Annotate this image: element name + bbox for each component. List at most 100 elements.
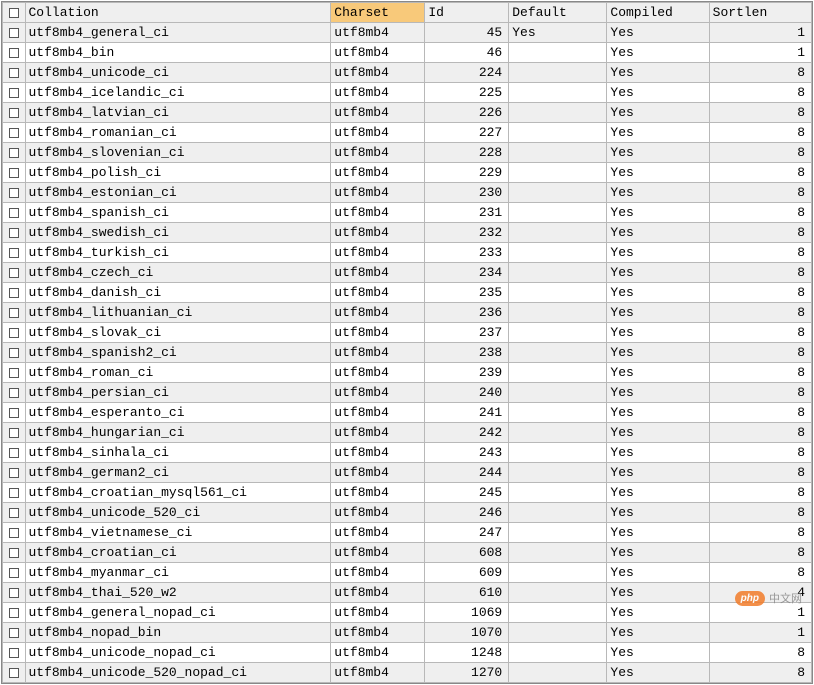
checkbox-icon [9, 268, 19, 278]
table-row[interactable]: utf8mb4_spanish2_ciutf8mb4238Yes8 [3, 343, 812, 363]
cell-default [509, 123, 607, 143]
table-row[interactable]: utf8mb4_estonian_ciutf8mb4230Yes8 [3, 183, 812, 203]
row-checkbox[interactable] [3, 143, 26, 163]
cell-id: 46 [425, 43, 509, 63]
row-checkbox[interactable] [3, 43, 26, 63]
cell-collation: utf8mb4_danish_ci [25, 283, 331, 303]
cell-id: 1248 [425, 643, 509, 663]
header-compiled[interactable]: Compiled [607, 3, 709, 23]
cell-charset: utf8mb4 [331, 143, 425, 163]
table-row[interactable]: utf8mb4_binutf8mb446Yes1 [3, 43, 812, 63]
cell-charset: utf8mb4 [331, 583, 425, 603]
row-checkbox[interactable] [3, 283, 26, 303]
header-charset[interactable]: Charset [331, 3, 425, 23]
row-checkbox[interactable] [3, 183, 26, 203]
table-row[interactable]: utf8mb4_unicode_nopad_ciutf8mb41248Yes8 [3, 643, 812, 663]
row-checkbox[interactable] [3, 303, 26, 323]
table-row[interactable]: utf8mb4_esperanto_ciutf8mb4241Yes8 [3, 403, 812, 423]
row-checkbox[interactable] [3, 503, 26, 523]
cell-compiled: Yes [607, 63, 709, 83]
row-checkbox[interactable] [3, 363, 26, 383]
cell-sortlen: 1 [709, 43, 811, 63]
row-checkbox[interactable] [3, 423, 26, 443]
table-row[interactable]: utf8mb4_croatian_mysql561_ciutf8mb4245Ye… [3, 483, 812, 503]
row-checkbox[interactable] [3, 83, 26, 103]
header-checkbox[interactable] [3, 3, 26, 23]
row-checkbox[interactable] [3, 63, 26, 83]
row-checkbox[interactable] [3, 583, 26, 603]
table-row[interactable]: utf8mb4_slovenian_ciutf8mb4228Yes8 [3, 143, 812, 163]
cell-sortlen: 8 [709, 103, 811, 123]
table-row[interactable]: utf8mb4_general_ciutf8mb445YesYes1 [3, 23, 812, 43]
row-checkbox[interactable] [3, 563, 26, 583]
row-checkbox[interactable] [3, 543, 26, 563]
checkbox-icon [9, 548, 19, 558]
table-row[interactable]: utf8mb4_swedish_ciutf8mb4232Yes8 [3, 223, 812, 243]
table-row[interactable]: utf8mb4_turkish_ciutf8mb4233Yes8 [3, 243, 812, 263]
table-row[interactable]: utf8mb4_general_nopad_ciutf8mb41069Yes1 [3, 603, 812, 623]
row-checkbox[interactable] [3, 663, 26, 683]
cell-collation: utf8mb4_roman_ci [25, 363, 331, 383]
cell-compiled: Yes [607, 363, 709, 383]
row-checkbox[interactable] [3, 443, 26, 463]
cell-charset: utf8mb4 [331, 43, 425, 63]
cell-compiled: Yes [607, 483, 709, 503]
header-default[interactable]: Default [509, 3, 607, 23]
row-checkbox[interactable] [3, 463, 26, 483]
table-row[interactable]: utf8mb4_myanmar_ciutf8mb4609Yes8 [3, 563, 812, 583]
table-row[interactable]: utf8mb4_croatian_ciutf8mb4608Yes8 [3, 543, 812, 563]
row-checkbox[interactable] [3, 263, 26, 283]
table-row[interactable]: utf8mb4_nopad_binutf8mb41070Yes1 [3, 623, 812, 643]
table-row[interactable]: utf8mb4_persian_ciutf8mb4240Yes8 [3, 383, 812, 403]
table-row[interactable]: utf8mb4_latvian_ciutf8mb4226Yes8 [3, 103, 812, 123]
table-row[interactable]: utf8mb4_sinhala_ciutf8mb4243Yes8 [3, 443, 812, 463]
table-row[interactable]: utf8mb4_roman_ciutf8mb4239Yes8 [3, 363, 812, 383]
table-row[interactable]: utf8mb4_icelandic_ciutf8mb4225Yes8 [3, 83, 812, 103]
cell-default [509, 163, 607, 183]
cell-charset: utf8mb4 [331, 623, 425, 643]
table-row[interactable]: utf8mb4_vietnamese_ciutf8mb4247Yes8 [3, 523, 812, 543]
cell-compiled: Yes [607, 623, 709, 643]
cell-compiled: Yes [607, 123, 709, 143]
table-row[interactable]: utf8mb4_spanish_ciutf8mb4231Yes8 [3, 203, 812, 223]
table-row[interactable]: utf8mb4_slovak_ciutf8mb4237Yes8 [3, 323, 812, 343]
table-row[interactable]: utf8mb4_unicode_520_ciutf8mb4246Yes8 [3, 503, 812, 523]
table-row[interactable]: utf8mb4_german2_ciutf8mb4244Yes8 [3, 463, 812, 483]
row-checkbox[interactable] [3, 483, 26, 503]
cell-default [509, 663, 607, 683]
cell-charset: utf8mb4 [331, 563, 425, 583]
row-checkbox[interactable] [3, 243, 26, 263]
cell-id: 237 [425, 323, 509, 343]
row-checkbox[interactable] [3, 203, 26, 223]
row-checkbox[interactable] [3, 343, 26, 363]
row-checkbox[interactable] [3, 623, 26, 643]
table-row[interactable]: utf8mb4_thai_520_w2utf8mb4610Yes4 [3, 583, 812, 603]
header-sortlen[interactable]: Sortlen [709, 3, 811, 23]
row-checkbox[interactable] [3, 23, 26, 43]
cell-collation: utf8mb4_sinhala_ci [25, 443, 331, 463]
table-row[interactable]: utf8mb4_hungarian_ciutf8mb4242Yes8 [3, 423, 812, 443]
row-checkbox[interactable] [3, 523, 26, 543]
table-row[interactable]: utf8mb4_romanian_ciutf8mb4227Yes8 [3, 123, 812, 143]
table-row[interactable]: utf8mb4_unicode_520_nopad_ciutf8mb41270Y… [3, 663, 812, 683]
table-row[interactable]: utf8mb4_danish_ciutf8mb4235Yes8 [3, 283, 812, 303]
row-checkbox[interactable] [3, 223, 26, 243]
table-row[interactable]: utf8mb4_lithuanian_ciutf8mb4236Yes8 [3, 303, 812, 323]
row-checkbox[interactable] [3, 103, 26, 123]
cell-compiled: Yes [607, 663, 709, 683]
row-checkbox[interactable] [3, 383, 26, 403]
row-checkbox[interactable] [3, 603, 26, 623]
row-checkbox[interactable] [3, 403, 26, 423]
cell-charset: utf8mb4 [331, 603, 425, 623]
checkbox-icon [9, 88, 19, 98]
header-id[interactable]: Id [425, 3, 509, 23]
cell-compiled: Yes [607, 543, 709, 563]
table-row[interactable]: utf8mb4_unicode_ciutf8mb4224Yes8 [3, 63, 812, 83]
table-row[interactable]: utf8mb4_polish_ciutf8mb4229Yes8 [3, 163, 812, 183]
row-checkbox[interactable] [3, 163, 26, 183]
row-checkbox[interactable] [3, 643, 26, 663]
row-checkbox[interactable] [3, 123, 26, 143]
table-row[interactable]: utf8mb4_czech_ciutf8mb4234Yes8 [3, 263, 812, 283]
row-checkbox[interactable] [3, 323, 26, 343]
header-collation[interactable]: Collation [25, 3, 331, 23]
